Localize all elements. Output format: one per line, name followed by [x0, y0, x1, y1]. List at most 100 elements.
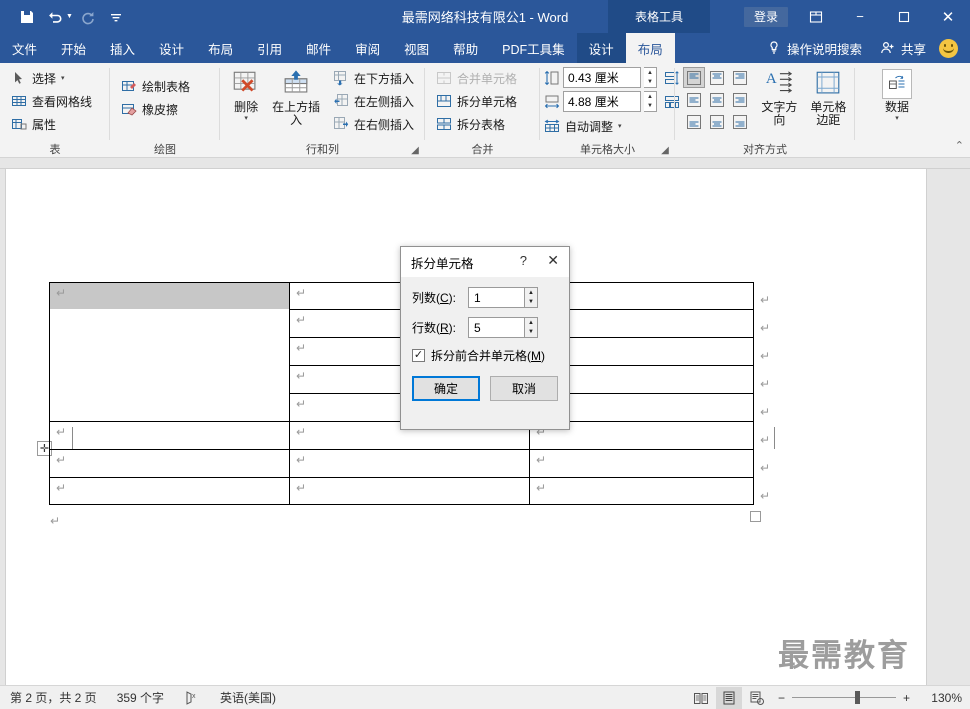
word-count[interactable]: 359 个字	[107, 689, 174, 706]
cell-height-input[interactable]: 0.43 厘米	[563, 67, 641, 88]
tell-me-search[interactable]: 操作说明搜索	[757, 33, 871, 63]
tab-help[interactable]: 帮助	[441, 33, 490, 63]
help-icon[interactable]: ?	[520, 253, 527, 268]
zoom-level[interactable]: 130%	[918, 691, 962, 705]
rows-input[interactable]: 5	[468, 317, 524, 338]
cell-height-spinner[interactable]: ▲ ▼	[644, 67, 657, 88]
insert-above-button[interactable]: 在上方插入	[270, 67, 322, 127]
align-top-center-button[interactable]	[706, 67, 728, 88]
collapse-ribbon-button[interactable]: ⌃	[955, 139, 964, 152]
delete-table-button[interactable]: 删除 ▾	[226, 67, 266, 122]
data-button[interactable]: 数据 ▾	[869, 67, 925, 122]
share-button[interactable]: 共享	[871, 33, 935, 63]
undo-dropdown-caret-icon[interactable]: ▼	[66, 13, 73, 20]
zoom-in-button[interactable]: +	[903, 691, 910, 705]
ok-button[interactable]: 确定	[412, 376, 481, 401]
insert-below-button[interactable]: 在下方插入	[328, 67, 419, 89]
save-icon[interactable]	[14, 5, 40, 29]
columns-spinner[interactable]: ▲ ▼	[524, 287, 538, 308]
cell-width-spinner[interactable]: ▲ ▼	[644, 91, 657, 112]
autofit-caret-icon[interactable]: ▾	[618, 122, 622, 130]
text-direction-button[interactable]: A 文字方向	[757, 67, 802, 127]
table-cell[interactable]: ↵	[49, 477, 289, 505]
align-center-right-button[interactable]	[729, 89, 751, 110]
cell-size-dialog-launcher[interactable]: ◢	[659, 145, 671, 157]
table-cell-merged-body[interactable]	[49, 393, 289, 421]
tab-table-design[interactable]: 设计	[576, 33, 626, 63]
insert-right-button[interactable]: 在右侧插入	[328, 113, 419, 135]
select-caret-icon[interactable]: ▾	[61, 74, 65, 82]
table-cell-merged-body[interactable]	[49, 337, 289, 365]
close-icon[interactable]: ✕	[547, 253, 559, 268]
columns-input[interactable]: 1	[468, 287, 524, 308]
split-cells-dialog[interactable]: 拆分单元格 ? ✕ 列数(C): 1 ▲ ▼ 行数(R): 5 ▲ ▼ ✓ 拆分前合…	[400, 246, 570, 430]
tab-home[interactable]: 开始	[49, 33, 98, 63]
table-cell-merged-body[interactable]	[49, 365, 289, 393]
align-top-right-button[interactable]	[729, 67, 751, 88]
table-cell[interactable]: ↵	[289, 477, 529, 505]
autofit-button[interactable]: 自动调整 ▾	[544, 115, 627, 137]
table-cell[interactable]: ↵	[49, 421, 289, 449]
align-center-left-button[interactable]	[683, 89, 705, 110]
maximize-icon[interactable]	[882, 0, 926, 33]
merge-before-split-checkbox[interactable]: ✓	[412, 349, 425, 362]
cell-width-input[interactable]: 4.88 厘米	[563, 91, 641, 112]
align-bottom-center-button[interactable]	[706, 111, 728, 132]
tab-review[interactable]: 审阅	[343, 33, 392, 63]
split-cells-button[interactable]: 拆分单元格	[431, 90, 522, 112]
tab-insert[interactable]: 插入	[98, 33, 147, 63]
data-caret-icon[interactable]: ▾	[895, 114, 899, 122]
tab-pdf-toolkit[interactable]: PDF工具集	[490, 33, 577, 63]
table-resize-handle[interactable]	[750, 511, 761, 522]
draw-table-button[interactable]: 绘制表格	[116, 75, 195, 97]
align-bottom-right-button[interactable]	[729, 111, 751, 132]
zoom-thumb[interactable]	[854, 691, 860, 704]
sign-in-button[interactable]: 登录	[743, 6, 788, 27]
table-cell-merged-body[interactable]	[49, 309, 289, 337]
undo-icon[interactable]	[42, 5, 68, 29]
view-gridlines-button[interactable]: 查看网格线	[6, 90, 97, 112]
tab-table-layout[interactable]: 布局	[625, 33, 675, 63]
table-row[interactable]: ↵ ↵ ↵	[49, 477, 754, 505]
delete-caret-icon[interactable]: ▾	[244, 114, 248, 122]
cancel-button[interactable]: 取消	[490, 376, 558, 401]
spell-check-icon[interactable]: x	[174, 690, 210, 706]
table-properties-button[interactable]: 属性	[6, 113, 97, 135]
tab-design[interactable]: 设计	[147, 33, 196, 63]
rows-columns-dialog-launcher[interactable]: ◢	[409, 145, 421, 157]
minimize-icon[interactable]: −	[838, 0, 882, 33]
insert-left-button[interactable]: 在左侧插入	[328, 90, 419, 112]
align-bottom-left-button[interactable]	[683, 111, 705, 132]
table-row[interactable]: ↵ ↵ ↵	[49, 449, 754, 477]
tab-mailings[interactable]: 邮件	[294, 33, 343, 63]
align-center-button[interactable]	[706, 89, 728, 110]
rows-spinner[interactable]: ▲ ▼	[524, 317, 538, 338]
zoom-track[interactable]	[791, 691, 896, 704]
cell-margins-button[interactable]: 单元格边距	[808, 67, 849, 127]
table-cell[interactable]: ↵	[529, 477, 754, 505]
split-table-button[interactable]: 拆分表格	[431, 113, 522, 135]
table-cell-merged-selected[interactable]: ↵	[49, 282, 289, 309]
zoom-out-button[interactable]: −	[778, 691, 785, 705]
table-cell[interactable]: ↵	[49, 449, 289, 477]
page-info[interactable]: 第 2 页，共 2 页	[0, 689, 107, 706]
eraser-button[interactable]: 橡皮擦	[116, 98, 195, 120]
ribbon-display-options-icon[interactable]	[794, 0, 838, 33]
tab-layout[interactable]: 布局	[196, 33, 245, 63]
merge-before-split-row[interactable]: ✓ 拆分前合并单元格(M)	[412, 347, 558, 364]
tab-references[interactable]: 引用	[245, 33, 294, 63]
read-mode-view-button[interactable]	[688, 687, 714, 709]
table-cell[interactable]: ↵	[289, 449, 529, 477]
select-button[interactable]: 选择 ▾	[6, 67, 97, 89]
close-icon[interactable]: ✕	[926, 0, 970, 33]
print-layout-view-button[interactable]	[715, 686, 742, 709]
language-indicator[interactable]: 英语(美国)	[210, 689, 286, 706]
align-top-left-button[interactable]	[683, 67, 705, 88]
tab-view[interactable]: 视图	[392, 33, 441, 63]
web-layout-view-button[interactable]	[744, 687, 770, 709]
feedback-smiley-icon[interactable]	[939, 38, 958, 58]
table-cell[interactable]: ↵	[529, 449, 754, 477]
tab-file[interactable]: 文件	[0, 33, 49, 63]
customize-qat-icon[interactable]	[103, 5, 129, 29]
zoom-slider[interactable]: − +	[772, 691, 916, 705]
